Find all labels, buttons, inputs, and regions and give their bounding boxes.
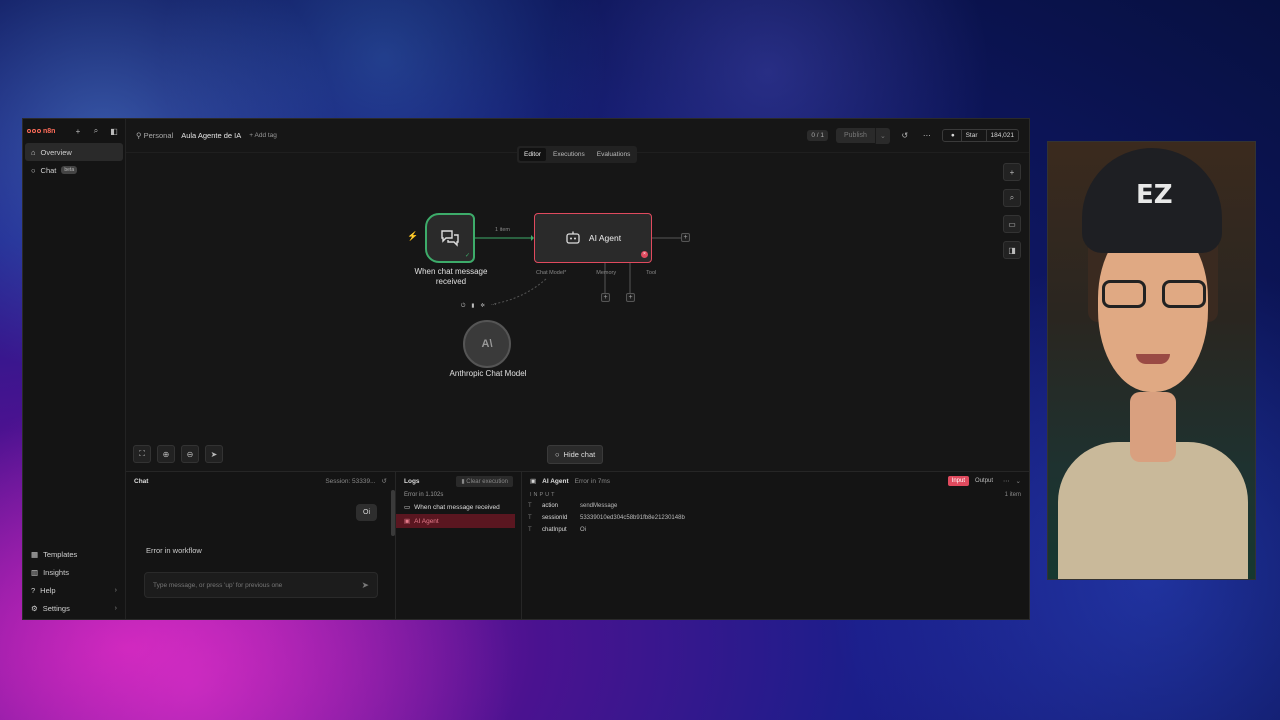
error-icon: × — [641, 251, 648, 258]
input-field-row: T chatInput Oi — [522, 524, 1029, 536]
zoom-out-icon[interactable]: ⊖ — [181, 445, 199, 463]
robot-icon — [566, 231, 580, 244]
logs-pane: Logs ▮ Clear execution Error in 1.102s ▭… — [396, 472, 522, 619]
hide-chat-button[interactable]: ○ Hide chat — [547, 445, 604, 464]
model-node-label: Anthropic Chat Model — [449, 369, 527, 378]
canvas-controls: ⛶ ⊕ ⊖ ➤ — [133, 445, 223, 463]
tab-input[interactable]: Input — [947, 476, 970, 486]
io-header: ▣ AI Agent Error in 7ms Input Output ⋯ ⌄ — [522, 472, 1029, 490]
add-memory-button[interactable]: + — [601, 293, 610, 302]
text-type-icon: T — [528, 515, 532, 521]
clear-execution-button[interactable]: ▮ Clear execution — [456, 475, 513, 487]
fit-view-icon[interactable]: ⛶ — [133, 445, 151, 463]
chat-title: Chat — [134, 477, 149, 485]
io-section-label: INPUT — [530, 492, 557, 498]
presenter-neck — [1130, 392, 1176, 462]
text-type-icon: T — [528, 503, 532, 509]
cap-logo: EZ — [1136, 180, 1173, 210]
settings-icon[interactable]: ✲ — [480, 303, 485, 310]
tool-connector-label: Tool — [646, 270, 657, 276]
session-id: Session: 53339... — [325, 477, 376, 485]
tab-output[interactable]: Output — [971, 476, 997, 486]
node-io-pane: ▣ AI Agent Error in 7ms Input Output ⋯ ⌄… — [522, 472, 1029, 619]
presenter-mouth — [1136, 354, 1170, 364]
field-key: sessionId — [542, 515, 568, 521]
add-next-node-button[interactable]: + — [681, 233, 690, 242]
bottom-panel: Chat Session: 53339... ↺ Oi Error in wor… — [126, 471, 1029, 619]
field-key: action — [542, 503, 559, 509]
agent-sub-connections: Chat Model* Memory Tool — [536, 270, 656, 276]
anthropic-logo-icon: A\ — [481, 338, 493, 350]
chat-icon: ○ — [555, 450, 560, 459]
chat-model-connector-label: Chat Model* — [536, 270, 567, 276]
log-item-label: When chat message received — [414, 503, 500, 511]
chat-pane-header: Chat Session: 53339... ↺ — [126, 472, 395, 490]
chat-input-placeholder: Type message, or press 'up' for previous… — [153, 581, 283, 589]
log-item-trigger[interactable]: ▭ When chat message received — [396, 500, 521, 514]
chat-bubbles-icon — [441, 230, 459, 247]
node-hover-toolbar: ⏻ ▮ ✲ ⋯ — [461, 303, 497, 310]
chat-trigger-node[interactable]: ✓ — [425, 213, 475, 263]
logs-header: Logs ▮ Clear execution — [396, 472, 521, 490]
presenter-glasses — [1102, 280, 1206, 310]
input-field-row: T sessionId 53339010ed304c58b91fb8e21230… — [522, 512, 1029, 524]
webcam-overlay: EZ — [1047, 141, 1256, 580]
trigger-node-label: When chat message received — [414, 267, 488, 286]
chat-input[interactable]: Type message, or press 'up' for previous… — [144, 572, 378, 598]
log-item-ai-agent[interactable]: ▣ AI Agent — [396, 514, 515, 528]
trash-icon: ▮ — [461, 478, 465, 485]
check-icon: ✓ — [464, 253, 470, 259]
field-value: sendMessage — [580, 503, 618, 509]
hide-chat-label: Hide chat — [563, 450, 596, 459]
ai-agent-node[interactable]: AI Agent × — [534, 213, 652, 263]
user-message: Oi — [356, 504, 377, 521]
input-field-row: T action sendMessage — [522, 500, 1029, 512]
n8n-app-window: n8n + ⌕ ◧ ⌂ Overview ○ Chat beta ▦ Templ… — [22, 118, 1030, 620]
model-connection — [492, 278, 547, 305]
add-tool-button[interactable]: + — [626, 293, 635, 302]
pointer-icon[interactable]: ➤ — [205, 445, 223, 463]
clear-execution-label: Clear execution — [466, 478, 508, 485]
logs-title: Logs — [404, 477, 420, 485]
text-type-icon: T — [528, 527, 532, 533]
more-icon[interactable]: ⋯ — [491, 303, 497, 310]
io-node-name: AI Agent — [542, 477, 569, 485]
field-key: chatInput — [542, 527, 567, 533]
trash-icon[interactable]: ▮ — [471, 303, 474, 310]
logs-summary: Error in 1.102s — [404, 492, 444, 498]
robot-icon: ▣ — [530, 478, 537, 485]
more-icon[interactable]: ⋯ — [1003, 477, 1010, 485]
chat-pane: Chat Session: 53339... ↺ Oi Error in wor… — [126, 472, 396, 619]
trigger-bolt-icon: ⚡ — [407, 231, 419, 241]
zoom-in-icon[interactable]: ⊕ — [157, 445, 175, 463]
chat-error-message: Error in workflow — [146, 546, 202, 555]
presenter-shirt — [1058, 442, 1248, 579]
log-item-label: AI Agent — [414, 517, 439, 525]
anthropic-model-node[interactable]: A\ — [463, 320, 511, 368]
connection-item-count: 1 item — [495, 227, 510, 233]
field-value: 53339010ed304c58b91fb8e21230148b — [580, 515, 685, 521]
power-icon[interactable]: ⏻ — [461, 303, 465, 310]
chat-bubbles-icon: ▭ — [404, 504, 411, 511]
agent-node-label: AI Agent — [588, 233, 622, 243]
robot-icon: ▣ — [404, 518, 411, 525]
io-tabs: Input Output — [947, 476, 997, 486]
send-icon[interactable]: ➤ — [361, 580, 369, 591]
io-status: Error in 7ms — [574, 477, 611, 485]
memory-connector-label: Memory — [596, 270, 617, 276]
field-value: Oi — [580, 527, 586, 533]
chat-scrollbar[interactable] — [391, 490, 395, 536]
reset-session-icon[interactable]: ↺ — [382, 477, 387, 485]
item-count: 1 item — [1004, 492, 1021, 498]
chevron-down-icon[interactable]: ⌄ — [1016, 477, 1021, 485]
